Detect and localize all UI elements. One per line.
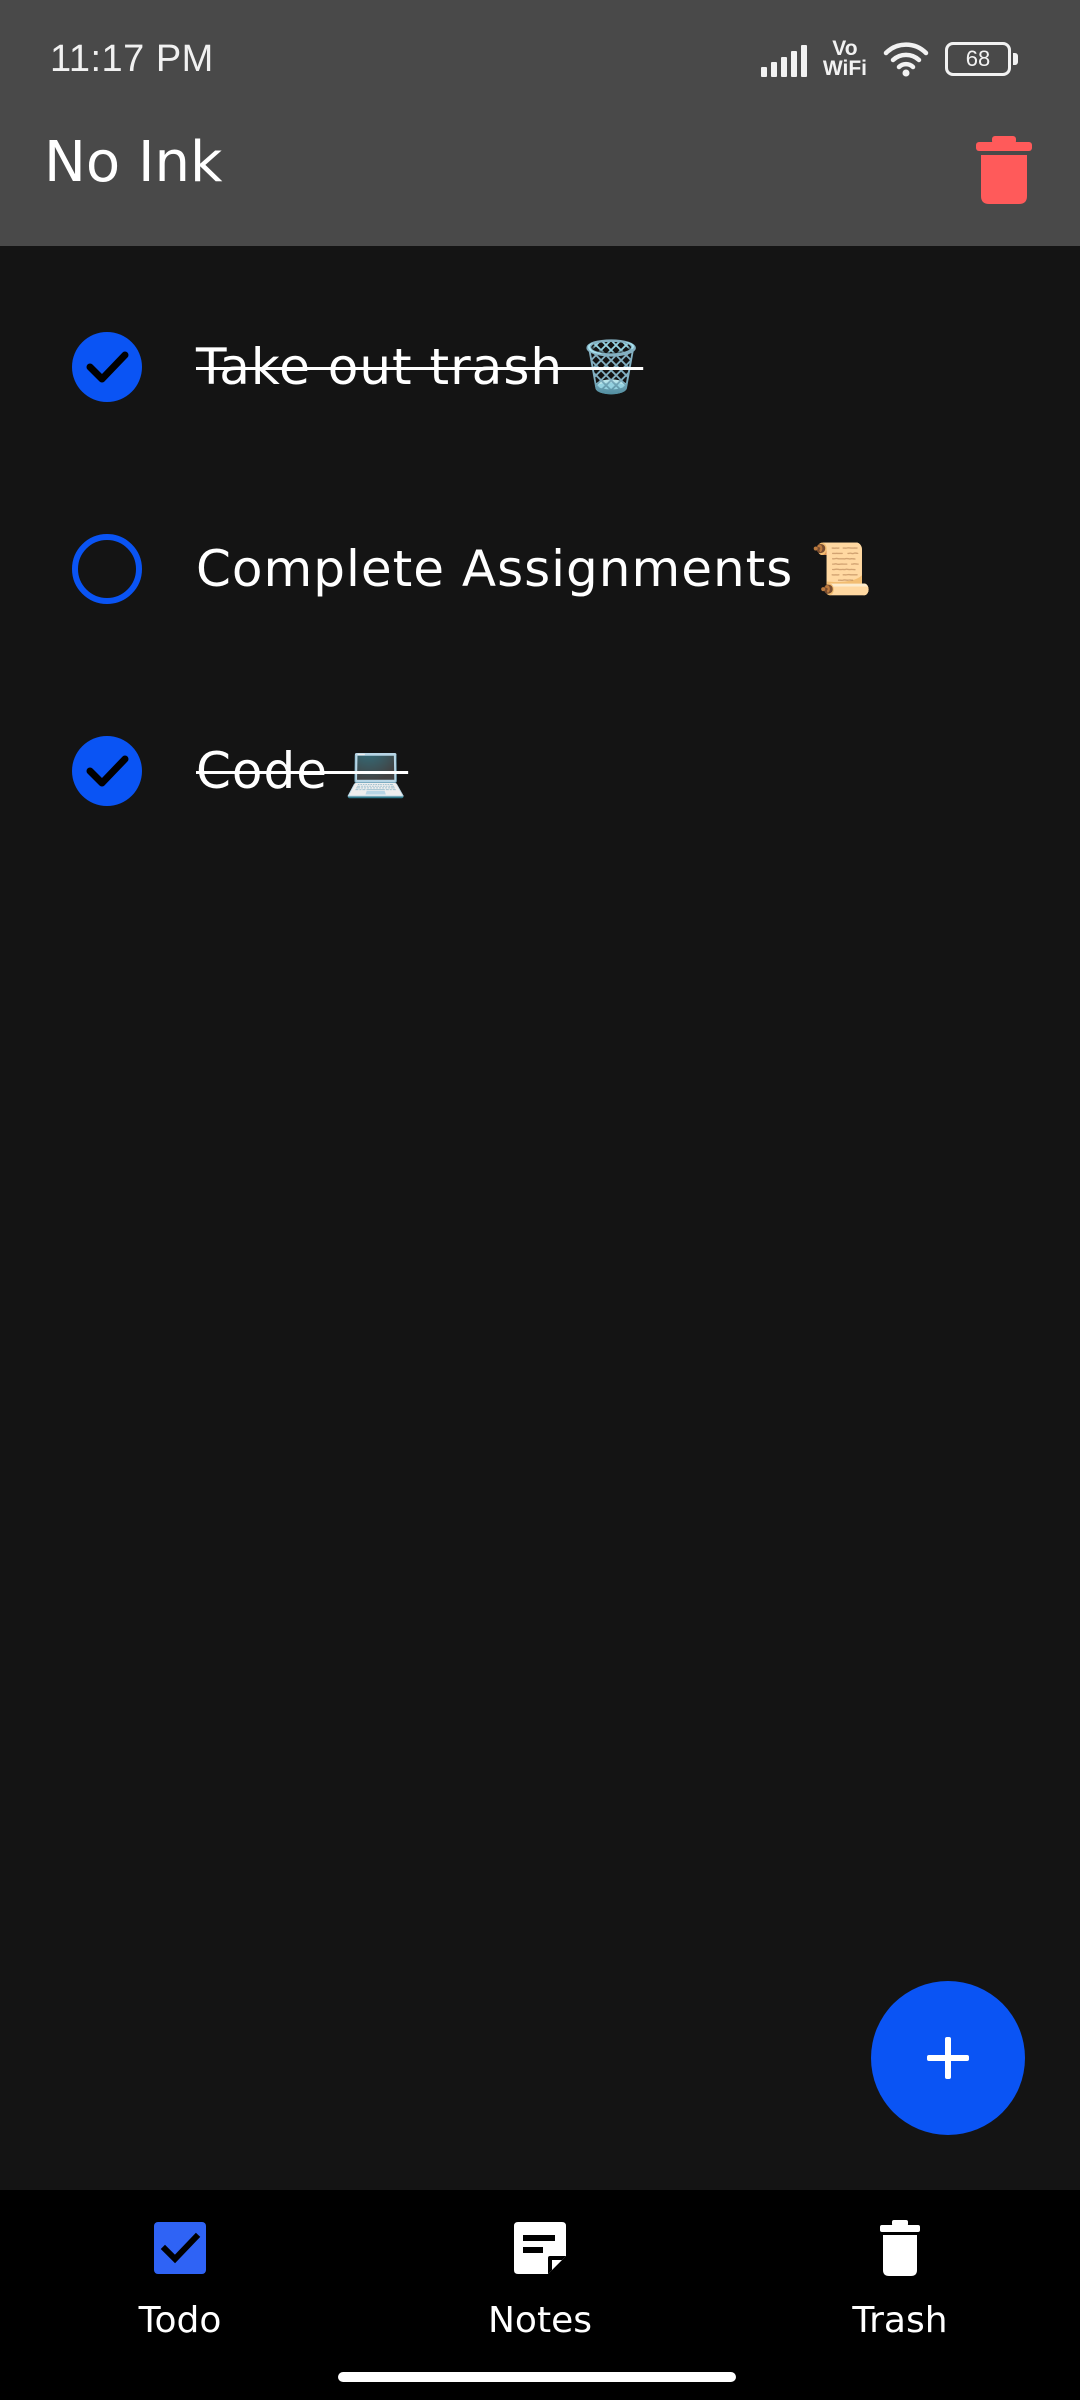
- home-indicator[interactable]: [338, 2372, 736, 2382]
- add-todo-button[interactable]: [871, 1981, 1025, 2135]
- nav-item-notes[interactable]: Notes: [430, 2218, 650, 2341]
- app-title: No Ink: [44, 130, 223, 195]
- checked-circle-icon[interactable]: [70, 330, 144, 404]
- nav-label-trash: Trash: [852, 2300, 948, 2341]
- nav-label-notes: Notes: [488, 2300, 592, 2341]
- vowifi-label-top: Vo: [832, 37, 858, 60]
- todo-text: Take out trash 🗑️: [196, 337, 644, 396]
- todo-text: Code 💻: [196, 741, 409, 800]
- battery-tip: [1013, 53, 1018, 65]
- bottom-navigation: Todo Notes Trash: [0, 2190, 1080, 2400]
- trash-icon: [880, 2220, 920, 2276]
- cellular-signal-icon: [760, 41, 807, 77]
- todo-item-1[interactable]: Take out trash 🗑️: [70, 327, 643, 407]
- plus-icon: [927, 2037, 969, 2079]
- wifi-icon: [883, 42, 929, 77]
- todo-item-2[interactable]: Complete Assignments 📜: [70, 529, 873, 609]
- vowifi-label-bottom: WiFi: [822, 57, 867, 80]
- todo-item-3[interactable]: Code 💻: [70, 731, 408, 811]
- checked-circle-icon[interactable]: [70, 734, 144, 808]
- note-icon: [514, 2222, 566, 2274]
- status-icons: Vo WiFi 68: [760, 34, 1018, 84]
- todo-text: Complete Assignments 📜: [196, 539, 874, 598]
- battery-icon: 68: [945, 42, 1018, 76]
- checkbox-icon: [154, 2222, 206, 2274]
- nav-item-trash[interactable]: Trash: [790, 2218, 1010, 2341]
- vowifi-indicator: Vo WiFi: [822, 37, 867, 80]
- battery-level: 68: [945, 42, 1011, 76]
- trash-icon: [976, 136, 1032, 204]
- status-time: 11:17 PM: [50, 38, 214, 80]
- unchecked-circle-icon[interactable]: [70, 532, 144, 606]
- delete-all-button[interactable]: [976, 136, 1032, 204]
- nav-item-todo[interactable]: Todo: [70, 2218, 290, 2341]
- top-app-bar: 11:17 PM Vo WiFi 68 No Ink: [0, 0, 1080, 246]
- nav-label-todo: Todo: [138, 2300, 222, 2341]
